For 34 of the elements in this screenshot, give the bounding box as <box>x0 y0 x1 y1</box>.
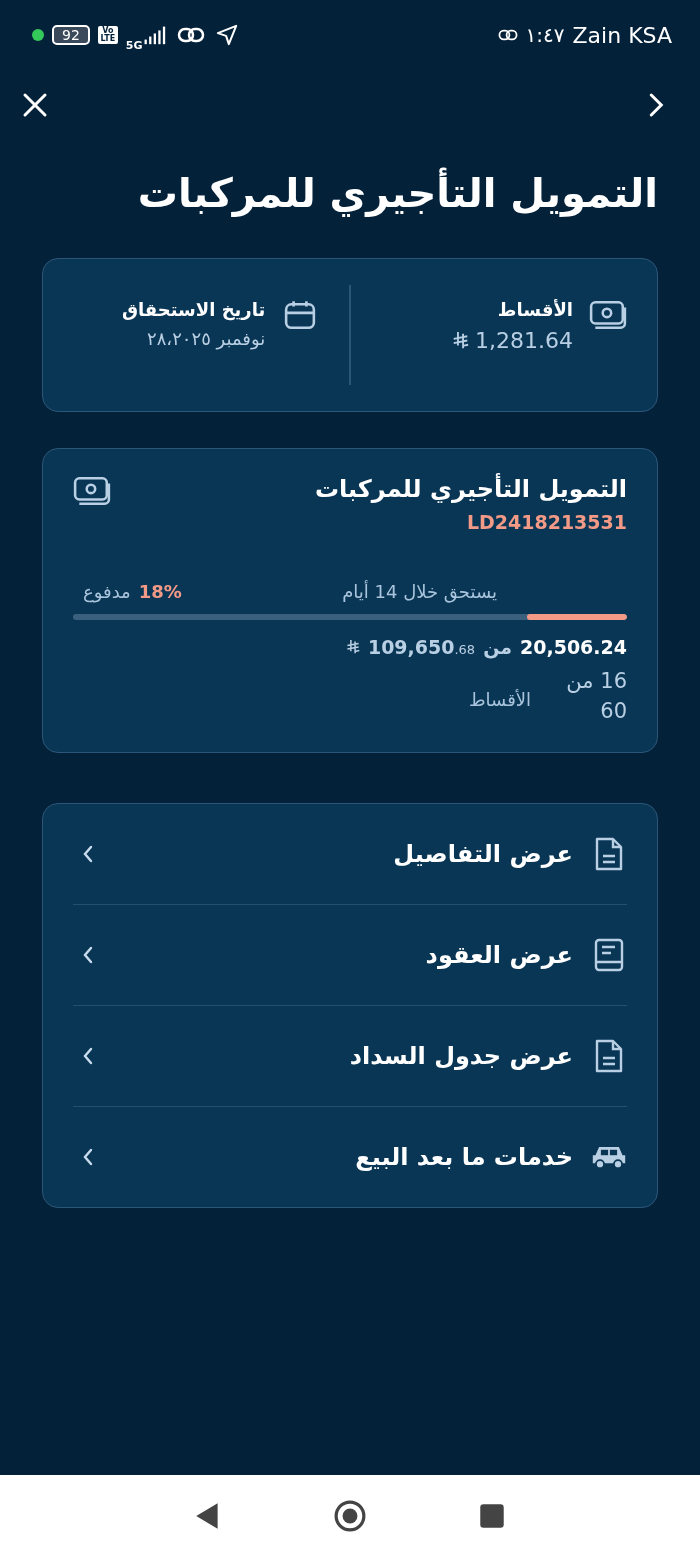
link-icon <box>497 27 518 43</box>
chevron-icon <box>81 844 95 864</box>
installment-amount: 1,281.64 <box>475 328 573 353</box>
battery-level: 92 <box>52 25 90 45</box>
menu-item[interactable]: عرض العقود <box>73 905 627 1006</box>
menu-item[interactable]: خدمات ما بعد البيع <box>73 1107 627 1207</box>
due-in-text: يستحق خلال 14 أيام <box>342 581 497 602</box>
installments-count: 16 من 60 <box>565 668 627 725</box>
money-icon <box>73 475 111 507</box>
loan-reference: LD2418213531 <box>465 511 627 533</box>
clock-time: ١:٤٧ <box>525 23 565 47</box>
paid-label: مدفوع <box>83 581 131 602</box>
installment-label: الأقساط <box>496 299 573 320</box>
network-type: 5G <box>125 38 143 52</box>
menu-item[interactable]: عرض التفاصيل <box>73 804 627 905</box>
privacy-dot <box>32 29 44 41</box>
riyal-icon <box>345 639 360 655</box>
chevron-icon <box>81 1046 95 1066</box>
total-amount: 109,650.68 <box>367 636 476 658</box>
home-button[interactable] <box>334 1499 366 1532</box>
menu-item[interactable]: عرض جدول السداد <box>73 1006 627 1107</box>
chevron-icon <box>81 1147 95 1167</box>
paid-amount: 20,506.24 <box>520 636 627 658</box>
volte-indicator: Vo LTE <box>97 26 118 44</box>
paid-percent: 18% <box>138 581 182 602</box>
riyal-icon <box>452 331 470 350</box>
due-date-label: تاريخ الاستحقاق <box>121 299 266 320</box>
of-word: من <box>483 636 512 658</box>
carrier-name: Zain KSA <box>572 22 672 48</box>
money-icon <box>589 299 627 331</box>
chevron-icon <box>81 945 95 965</box>
due-date: نوفمبر ٢٨،٢٠٢٥ <box>146 328 266 349</box>
loan-title: التمويل التأجيري للمركبات <box>314 475 627 503</box>
installments-label: الأقساط <box>468 688 531 710</box>
